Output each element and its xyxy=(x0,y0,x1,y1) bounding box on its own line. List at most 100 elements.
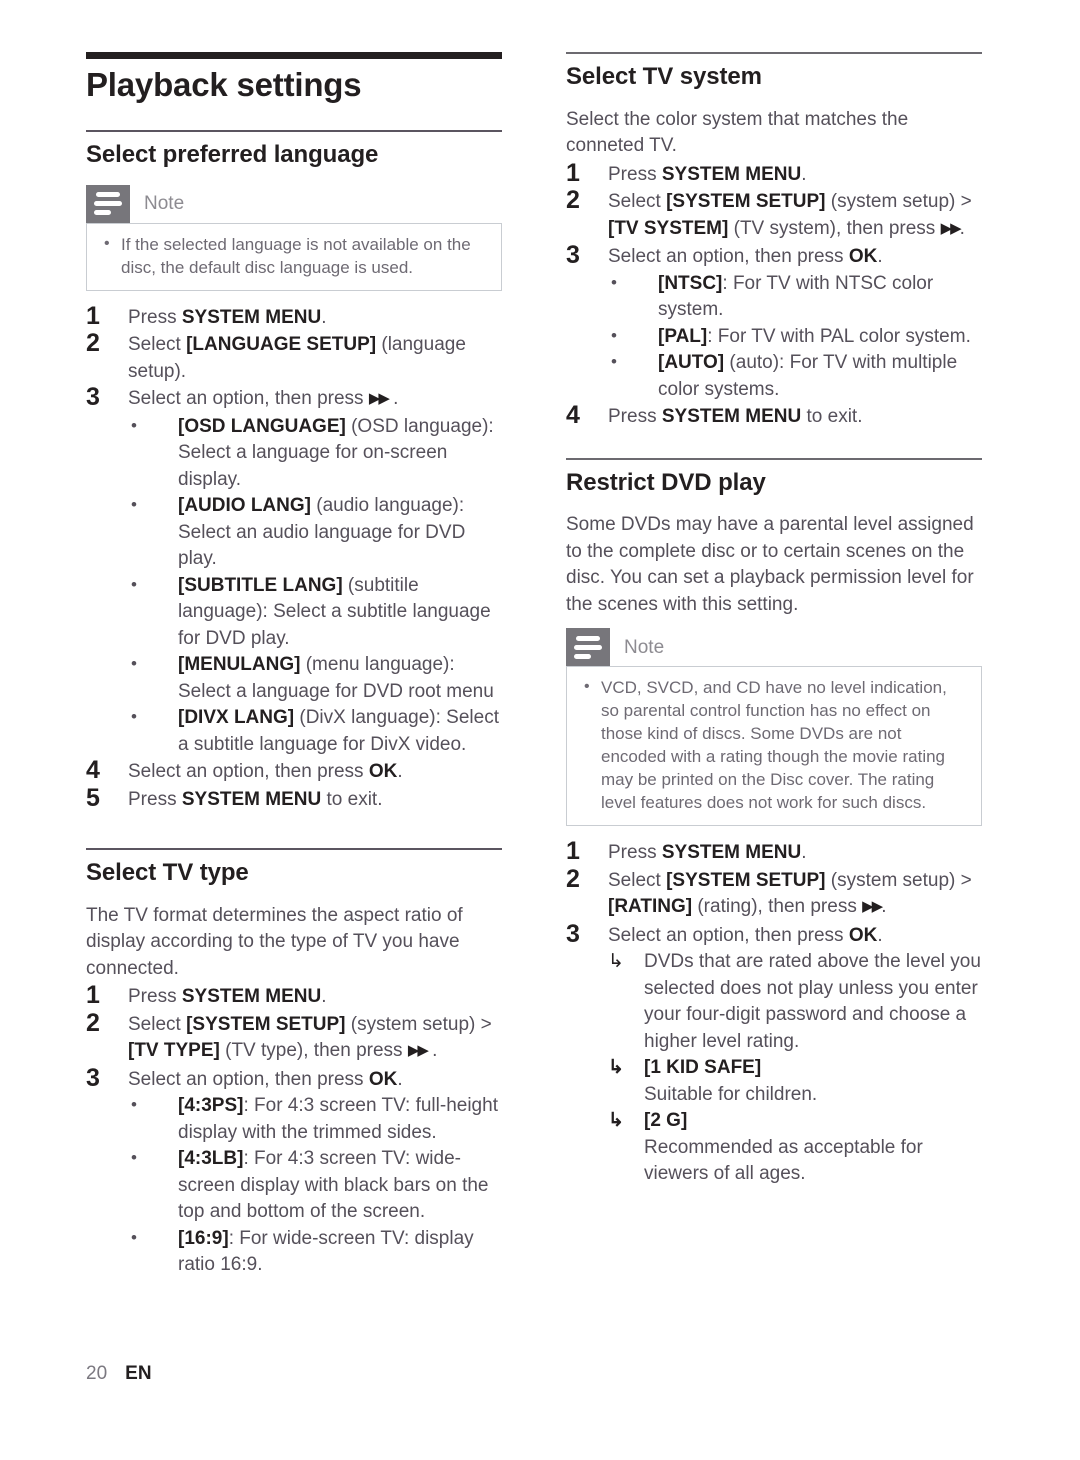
option-item: [NTSC]: For TV with NTSC color system. xyxy=(608,270,988,324)
section-title: Select preferred language xyxy=(86,140,379,168)
option-item: [AUDIO LANG] (audio language): Select an… xyxy=(128,492,508,573)
section-intro: Some DVDs may have a parental level assi… xyxy=(566,514,974,615)
step-item: 3 Select an option, then press OK. ↳ DVD… xyxy=(566,919,988,1188)
section-select-tv-type: Select TV type The TV format determines … xyxy=(86,848,508,1279)
note-icon xyxy=(566,628,610,667)
section-title: Select TV type xyxy=(86,859,249,887)
step-text: Press SYSTEM MENU. xyxy=(128,306,327,328)
step-item: 3 Select an option, then press OK. [4:3P… xyxy=(86,1063,508,1279)
arrow-icon: ↳ xyxy=(608,1110,624,1132)
step-item: 2 Select [SYSTEM SETUP] (system setup) >… xyxy=(86,1009,508,1066)
note-label: Note xyxy=(144,193,185,215)
footer-page-number: 20 xyxy=(86,1363,108,1384)
result-item: ↳ DVDs that are rated above the level yo… xyxy=(608,949,988,1055)
step-number: 4 xyxy=(566,401,580,430)
step-number: 3 xyxy=(566,241,580,270)
step-item: 3 Select an option, then press ▶▶ . [OSD… xyxy=(86,383,508,759)
note-item: VCD, SVCD, and CD have no level indicati… xyxy=(579,675,969,814)
option-item: [4:3LB]: For 4:3 screen TV: wide-screen … xyxy=(128,1145,508,1226)
section-title: Restrict DVD play xyxy=(566,468,766,496)
note-label: Note xyxy=(624,636,665,658)
step-item: 3 Select an option, then press OK. [NTSC… xyxy=(566,241,988,404)
step-item: 4 Select an option, then press OK. xyxy=(86,756,508,786)
section-rule xyxy=(566,457,982,460)
step-text: Select [SYSTEM SETUP] (system setup) > [… xyxy=(128,1013,492,1062)
section-select-tv-system: Select TV system Select the color system… xyxy=(566,52,988,431)
option-item: [SUBTITLE LANG] (subtitile language): Se… xyxy=(128,572,508,653)
step-item: 4 Press SYSTEM MENU to exit. xyxy=(566,401,988,431)
step-item: 2 Select [SYSTEM SETUP] (system setup) >… xyxy=(566,864,988,922)
option-item: [AUTO] (auto): For TV with multiple colo… xyxy=(608,349,988,403)
note-box: Note VCD, SVCD, and CD have no level ind… xyxy=(566,628,982,827)
note-body: VCD, SVCD, and CD have no level indicati… xyxy=(566,666,982,827)
section-title: Select TV system xyxy=(566,63,762,90)
note-body: If the selected language is not availabl… xyxy=(86,222,502,291)
step-number: 1 xyxy=(86,981,100,1010)
option-item: [4:3PS]: For 4:3 screen TV: full-height … xyxy=(128,1092,508,1146)
note-box: Note If the selected language is not ava… xyxy=(86,184,502,291)
note-header: Note xyxy=(566,628,982,667)
page-footer: 20 EN xyxy=(86,1363,152,1385)
section-rule xyxy=(86,848,502,851)
section-intro: Select the color system that matches the… xyxy=(566,108,909,157)
step-number: 2 xyxy=(566,864,580,893)
result-text: DVDs that are rated above the level you … xyxy=(644,951,981,1052)
section-rule xyxy=(86,129,502,132)
rating-level-item: ↳ [2 G] xyxy=(608,1108,988,1135)
step-number: 3 xyxy=(86,1063,100,1092)
step-item: 1 Press SYSTEM MENU. xyxy=(566,158,988,189)
step-list: 1 Press SYSTEM MENU. 2 Select [SYSTEM SE… xyxy=(566,158,988,431)
step-item: 1 Press SYSTEM MENU. xyxy=(86,301,508,332)
section-select-preferred-language: Select preferred language Note If the se… xyxy=(86,129,508,814)
rating-level-description: Suitable for children. xyxy=(644,1083,818,1105)
arrow-icon: ↳ xyxy=(608,1057,624,1079)
step-text: Select [SYSTEM SETUP] (system setup) > [… xyxy=(608,869,972,918)
step-list: 1 Press SYSTEM MENU. 2 Select [SYSTEM SE… xyxy=(566,837,988,1188)
option-bullet-list: [OSD LANGUAGE] (OSD language): Select a … xyxy=(128,413,508,759)
step-text: Select an option, then press OK. xyxy=(608,924,883,946)
step-number: 3 xyxy=(566,919,580,948)
step-item: 2 Select [LANGUAGE SETUP] (language setu… xyxy=(86,329,508,385)
option-bullet-list: [4:3PS]: For 4:3 screen TV: full-height … xyxy=(128,1092,508,1279)
step-text: Select an option, then press OK. xyxy=(608,246,883,268)
step-item: 1 Press SYSTEM MENU. xyxy=(86,981,508,1011)
step-item: 5 Press SYSTEM MENU to exit. xyxy=(86,783,508,814)
footer-language-code: EN xyxy=(125,1363,152,1384)
option-item: [MENULANG] (menu language): Select a lan… xyxy=(128,651,508,705)
note-item: If the selected language is not availabl… xyxy=(99,232,489,279)
step-number: 4 xyxy=(86,756,100,785)
step-list: 1 Press SYSTEM MENU. 2 Select [SYSTEM SE… xyxy=(86,981,508,1279)
step-text: Select an option, then press OK. xyxy=(128,761,403,783)
step-text: Press SYSTEM MENU. xyxy=(128,986,327,1008)
manual-page: Playback settings Select preferred langu… xyxy=(0,0,1080,1460)
step-number: 2 xyxy=(86,329,100,358)
left-column: Playback settings Select preferred langu… xyxy=(86,52,508,1280)
step-number: 5 xyxy=(86,783,100,812)
right-column: Select TV system Select the color system… xyxy=(566,52,988,1189)
arrow-icon: ↳ xyxy=(608,951,624,973)
rating-level-label: [1 KID SAFE] xyxy=(644,1057,762,1079)
option-bullet-list: [NTSC]: For TV with NTSC color system. [… xyxy=(608,270,988,404)
step-number: 1 xyxy=(566,837,580,866)
result-arrow-list: ↳ DVDs that are rated above the level yo… xyxy=(608,949,988,1082)
step-number: 1 xyxy=(566,158,580,187)
step-item: 1 Press SYSTEM MENU. xyxy=(566,837,988,867)
step-number: 1 xyxy=(86,301,100,330)
note-header: Note xyxy=(86,184,502,223)
step-text: Press SYSTEM MENU. xyxy=(608,163,807,185)
result-arrow-list: ↳ [2 G] xyxy=(608,1108,988,1135)
step-number: 2 xyxy=(566,186,580,215)
section-intro: The TV format determines the aspect rati… xyxy=(86,904,463,979)
step-text: Select [LANGUAGE SETUP] (language setup)… xyxy=(128,334,466,382)
rating-level-description: Recommended as acceptable for viewers of… xyxy=(644,1136,923,1185)
option-item: [16:9]: For wide-screen TV: display rati… xyxy=(128,1225,508,1279)
page-title: Playback settings xyxy=(86,66,362,103)
section-rule xyxy=(566,52,982,54)
section-restrict-dvd-play: Restrict DVD play Some DVDs may have a p… xyxy=(566,457,988,1188)
rating-level-label: [2 G] xyxy=(644,1110,688,1132)
step-text: Select [SYSTEM SETUP] (system setup) > [… xyxy=(608,191,972,239)
option-item: [OSD LANGUAGE] (OSD language): Select a … xyxy=(128,413,508,494)
step-text: Select an option, then press OK. xyxy=(128,1068,403,1090)
option-item: [PAL]: For TV with PAL color system. xyxy=(608,323,988,351)
page-title-rule xyxy=(86,52,502,59)
